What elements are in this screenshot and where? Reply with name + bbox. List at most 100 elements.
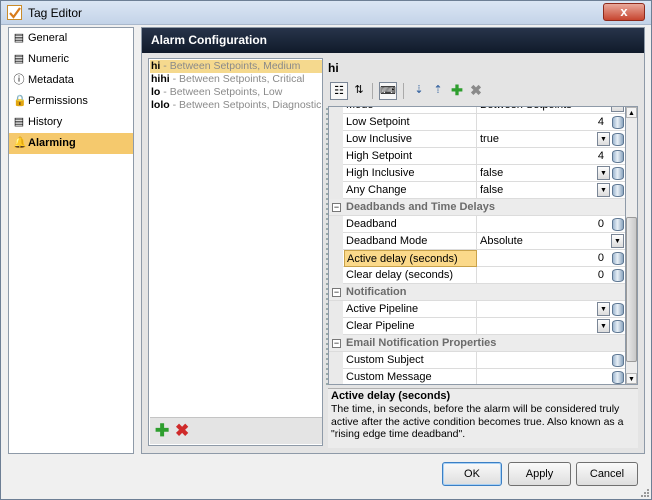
nav-item-numeric[interactable]: ▤ Numeric [9, 49, 133, 70]
alphabetical-sort-icon[interactable]: ⇅ [350, 82, 368, 100]
scroll-up-arrow-icon[interactable]: ▲ [626, 107, 637, 118]
property-value[interactable]: 0 [478, 250, 606, 267]
property-name[interactable]: Custom Message [344, 369, 477, 384]
alarm-list-item[interactable]: hihi - Between Setpoints, Critical [150, 73, 322, 86]
property-value[interactable] [478, 301, 608, 318]
remove-property-icon[interactable]: ✖ [467, 82, 485, 100]
dropdown-arrow-icon[interactable]: ▼ [611, 107, 624, 112]
tag-binding-icon[interactable] [612, 133, 624, 146]
property-row[interactable]: Low Setpoint 4 [329, 114, 625, 131]
property-name[interactable]: Mode [344, 107, 477, 114]
property-value[interactable]: Between Setpoints [478, 107, 608, 114]
tag-binding-icon[interactable] [612, 184, 624, 197]
property-name[interactable]: Deadband Mode [344, 233, 477, 250]
property-row[interactable]: Clear delay (seconds) 0 [329, 267, 625, 284]
scroll-down-arrow-icon[interactable]: ▼ [626, 373, 637, 384]
window-close-button[interactable]: x [603, 3, 645, 21]
alarm-list-item[interactable]: hi - Between Setpoints, Medium [150, 60, 322, 73]
keyboard-icon[interactable]: ⌨ [379, 82, 397, 100]
property-row[interactable]: Active delay (seconds) 0 [329, 250, 625, 267]
tag-binding-icon[interactable] [612, 218, 624, 231]
property-grid-scrollbar[interactable]: ▲ ▼ [626, 106, 638, 385]
property-row[interactable]: Any Change false ▼ [329, 182, 625, 199]
nav-item-metadata[interactable]: ⓘ Metadata [9, 70, 133, 91]
nav-item-history[interactable]: ▤ History [9, 112, 133, 133]
property-value[interactable] [478, 369, 608, 384]
title-bar[interactable]: Tag Editor x [1, 1, 651, 25]
property-category[interactable]: − Email Notification Properties [329, 335, 625, 352]
collapse-category-icon[interactable]: − [332, 339, 341, 348]
property-name[interactable]: Low Inclusive [344, 131, 477, 148]
tag-binding-icon[interactable] [612, 269, 624, 282]
property-name[interactable]: High Inclusive [344, 165, 477, 182]
expand-all-icon[interactable]: ⇣ [410, 82, 428, 100]
nav-item-permissions[interactable]: 🔒 Permissions [9, 91, 133, 112]
property-value[interactable]: Absolute [478, 233, 608, 250]
row-gutter [329, 131, 343, 148]
property-value[interactable]: 0 [478, 267, 606, 284]
ok-button[interactable]: OK [442, 462, 502, 486]
property-row[interactable]: High Setpoint 4 [329, 148, 625, 165]
property-category[interactable]: − Deadbands and Time Delays [329, 199, 625, 216]
remove-alarm-icon[interactable]: ✖ [175, 422, 189, 439]
property-value[interactable] [478, 318, 608, 335]
property-value[interactable]: false [478, 165, 608, 182]
property-row[interactable]: Deadband Mode Absolute ▼ [329, 233, 625, 250]
property-row[interactable]: Active Pipeline ▼ [329, 301, 625, 318]
tag-binding-icon[interactable] [612, 252, 624, 265]
apply-button[interactable]: Apply [508, 462, 571, 486]
property-value[interactable]: 4 [478, 148, 606, 165]
property-value[interactable]: 0 [478, 216, 606, 233]
lock-icon: 🔒 [13, 95, 27, 107]
row-gutter [329, 369, 343, 384]
property-value[interactable]: false [478, 182, 608, 199]
nav-item-alarming[interactable]: 🔔 Alarming [9, 133, 133, 154]
property-value[interactable]: true [478, 131, 608, 148]
property-name[interactable]: Clear delay (seconds) [344, 267, 477, 284]
dropdown-arrow-icon[interactable]: ▼ [597, 132, 610, 146]
dropdown-arrow-icon[interactable]: ▼ [597, 166, 610, 180]
property-row[interactable]: High Inclusive false ▼ [329, 165, 625, 182]
property-name[interactable]: Deadband [344, 216, 477, 233]
property-row[interactable]: Clear Pipeline ▼ [329, 318, 625, 335]
dropdown-arrow-icon[interactable]: ▼ [597, 302, 610, 316]
dropdown-arrow-icon[interactable]: ▼ [597, 183, 610, 197]
property-name[interactable]: Active Pipeline [344, 301, 477, 318]
property-name[interactable]: Clear Pipeline [344, 318, 477, 335]
property-category[interactable]: − Notification [329, 284, 625, 301]
property-name[interactable]: High Setpoint [344, 148, 477, 165]
property-value[interactable]: 4 [478, 114, 606, 131]
property-name[interactable]: Custom Subject [344, 352, 477, 369]
tag-binding-icon[interactable] [612, 150, 624, 163]
alarm-list-item[interactable]: lolo - Between Setpoints, Diagnostic [150, 99, 322, 112]
resize-grip[interactable] [639, 487, 649, 497]
property-value[interactable] [478, 352, 608, 369]
add-property-icon[interactable]: ✚ [448, 82, 466, 100]
collapse-category-icon[interactable]: − [332, 203, 341, 212]
property-name[interactable]: Any Change [344, 182, 477, 199]
property-name[interactable]: Low Setpoint [344, 114, 477, 131]
tag-binding-icon[interactable] [612, 371, 624, 384]
property-row[interactable]: Low Inclusive true ▼ [329, 131, 625, 148]
property-row[interactable]: ModeBetween Setpoints▼ [329, 107, 625, 114]
collapse-category-icon[interactable]: − [332, 288, 341, 297]
alarm-list-item[interactable]: lo - Between Setpoints, Low [150, 86, 322, 99]
tag-binding-icon[interactable] [612, 320, 624, 333]
property-row[interactable]: Deadband 0 [329, 216, 625, 233]
collapse-all-icon[interactable]: ⇡ [429, 82, 447, 100]
property-row[interactable]: Custom Subject [329, 352, 625, 369]
dropdown-arrow-icon[interactable]: ▼ [611, 234, 624, 248]
scroll-thumb[interactable] [626, 217, 637, 362]
property-row[interactable]: Custom Message [329, 369, 625, 384]
alarm-description: Between Setpoints, Critical [179, 73, 305, 85]
tag-binding-icon[interactable] [612, 303, 624, 316]
categorized-view-icon[interactable]: ☷ [330, 82, 348, 100]
tag-binding-icon[interactable] [612, 354, 624, 367]
tag-binding-icon[interactable] [612, 167, 624, 180]
tag-binding-icon[interactable] [612, 116, 624, 129]
add-alarm-icon[interactable]: ✚ [155, 422, 169, 439]
cancel-button[interactable]: Cancel [576, 462, 638, 486]
dropdown-arrow-icon[interactable]: ▼ [597, 319, 610, 333]
nav-item-general[interactable]: ▤ General [9, 28, 133, 49]
property-name[interactable]: Active delay (seconds) [344, 250, 477, 267]
